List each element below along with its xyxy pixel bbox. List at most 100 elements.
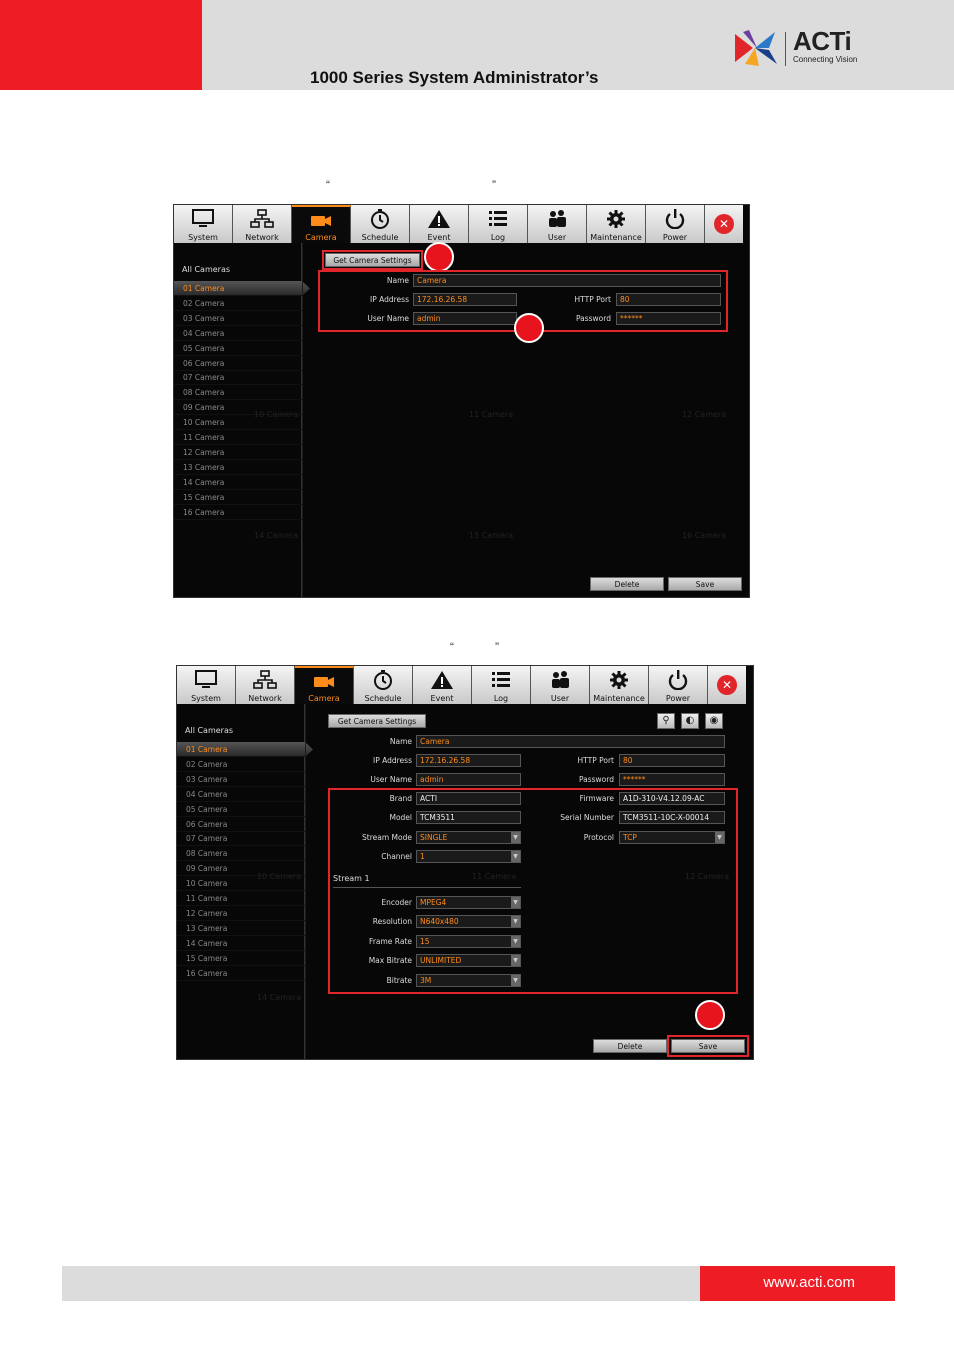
tab-schedule[interactable]: Schedule <box>354 666 413 704</box>
tab-network[interactable]: Network <box>236 666 295 704</box>
sidebar-item-camera[interactable]: 08 Camera <box>177 846 305 862</box>
tab-label: Schedule <box>364 694 402 703</box>
tab-maintenance[interactable]: Maintenance <box>590 666 649 704</box>
grid-line <box>305 704 306 1059</box>
sidebar-item-camera[interactable]: 02 Camera <box>174 296 302 311</box>
sidebar-item-camera[interactable]: 06 Camera <box>174 356 302 371</box>
sidebar-item-camera[interactable]: 16 Camera <box>174 505 302 520</box>
tab-label: System <box>188 233 218 242</box>
sidebar-item-camera[interactable]: 03 Camera <box>174 311 302 326</box>
tab-log[interactable]: Log <box>472 666 531 704</box>
tab-label: Schedule <box>361 233 399 242</box>
monitor-icon <box>194 670 218 690</box>
sidebar-item-camera[interactable]: 11 Camera <box>177 891 305 906</box>
warning-icon <box>427 209 451 229</box>
ghost-label: 12 Camera <box>682 410 727 419</box>
sidebar-item-camera[interactable]: 15 Camera <box>177 951 305 966</box>
sidebar-item-camera[interactable]: 13 Camera <box>177 921 305 936</box>
delete-button[interactable]: Delete <box>593 1039 667 1053</box>
highlight-save-button <box>667 1035 749 1057</box>
user-name-field[interactable]: admin <box>416 773 521 786</box>
motion-icon[interactable]: ⚲ <box>657 713 675 729</box>
sidebar-item-camera[interactable]: 03 Camera <box>177 772 305 787</box>
tab-event[interactable]: Event <box>413 666 472 704</box>
acti-logo-icon <box>735 30 777 66</box>
tab-power[interactable]: Power <box>646 205 705 243</box>
password-label: Password <box>578 775 614 784</box>
step-marker-1 <box>424 242 454 272</box>
users-icon <box>545 209 569 229</box>
tab-label: Camera <box>308 694 340 703</box>
sidebar-item-camera[interactable]: 01 Camera <box>177 742 313 757</box>
sidebar-item-camera[interactable]: 11 Camera <box>174 430 302 445</box>
network-icon <box>250 209 274 229</box>
tab-label: Maintenance <box>590 233 642 242</box>
tab-system[interactable]: System <box>177 666 236 704</box>
sidebar-item-camera[interactable]: 06 Camera <box>177 817 305 832</box>
sidebar-item-camera[interactable]: 04 Camera <box>177 787 305 802</box>
tab-label: Event <box>430 694 454 703</box>
tab-system[interactable]: System <box>174 205 233 243</box>
palette-icon[interactable]: ◐ <box>681 713 699 729</box>
power-icon <box>666 670 690 691</box>
tab-user[interactable]: User <box>528 205 587 243</box>
footer-url[interactable]: www.acti.com <box>763 1274 855 1291</box>
tab-label: User <box>550 694 570 703</box>
sidebar-item-camera[interactable]: 12 Camera <box>177 906 305 921</box>
tab-event[interactable]: Event <box>410 205 469 243</box>
page-title: 1000 Series System Administrator’s <box>310 68 599 87</box>
sidebar-item-camera[interactable]: 14 Camera <box>174 475 302 490</box>
name-field[interactable]: Camera <box>416 735 725 748</box>
gear-icon <box>607 670 631 690</box>
tab-label: Network <box>248 694 282 703</box>
tab-maintenance[interactable]: Maintenance <box>587 205 646 243</box>
sidebar-item-camera[interactable]: 08 Camera <box>174 385 302 401</box>
ip-address-field[interactable]: 172.16.26.58 <box>416 754 521 767</box>
camera-icon <box>309 211 333 231</box>
tab-label: Camera <box>305 233 337 242</box>
close-button[interactable]: ✕ <box>708 666 746 704</box>
tab-label: Event <box>427 233 451 242</box>
tab-network[interactable]: Network <box>233 205 292 243</box>
tab-camera[interactable]: Camera <box>292 205 351 243</box>
tab-user[interactable]: User <box>531 666 590 704</box>
ghost-label: 14 Camera <box>257 993 302 1002</box>
camera-sidebar: All Cameras 01 Camera 02 Camera 03 Camera 0… <box>177 704 313 1059</box>
step-marker-2 <box>514 313 544 343</box>
ip-address-label: IP Address <box>373 756 412 765</box>
sidebar-item-camera[interactable]: 14 Camera <box>177 936 305 951</box>
tab-schedule[interactable]: Schedule <box>351 205 410 243</box>
eye-icon[interactable]: ◉ <box>705 713 723 729</box>
list-icon <box>486 209 510 229</box>
sidebar-item-camera[interactable]: 16 Camera <box>177 966 305 981</box>
sidebar-item-camera[interactable]: 13 Camera <box>174 460 302 475</box>
page-footer: www.acti.com <box>62 1266 895 1301</box>
sidebar-item-camera[interactable]: 01 Camera <box>174 281 310 296</box>
sidebar-item-camera[interactable]: 07 Camera <box>177 831 305 847</box>
http-port-field[interactable]: 80 <box>619 754 725 767</box>
sidebar-item-camera[interactable]: 07 Camera <box>174 370 302 386</box>
sidebar-item-camera[interactable]: 12 Camera <box>174 445 302 460</box>
sidebar-item-camera[interactable]: 05 Camera <box>174 341 302 356</box>
ghost-label: 11 Camera <box>469 410 514 419</box>
get-camera-settings-button[interactable]: Get Camera Settings <box>328 714 426 728</box>
tab-camera[interactable]: Camera <box>295 666 354 704</box>
logo-divider <box>785 32 786 66</box>
close-button[interactable]: ✕ <box>705 205 743 243</box>
screenshot-camera-settings-basic: System Network Camera Schedule Event Log User M… <box>173 204 750 598</box>
quote-open-2: “ <box>450 640 454 654</box>
quote-open-1: “ <box>326 178 330 192</box>
save-button[interactable]: Save <box>668 577 742 591</box>
grid-line <box>302 243 303 597</box>
sidebar-item-camera[interactable]: 15 Camera <box>174 490 302 505</box>
password-field[interactable]: ****** <box>619 773 725 786</box>
tab-power[interactable]: Power <box>649 666 708 704</box>
tab-label: Log <box>490 233 506 242</box>
sidebar-item-camera[interactable]: 05 Camera <box>177 802 305 817</box>
footer-red-block: www.acti.com <box>700 1266 895 1301</box>
tab-log[interactable]: Log <box>469 205 528 243</box>
sidebar-item-camera[interactable]: 02 Camera <box>177 757 305 772</box>
sidebar-item-camera[interactable]: 04 Camera <box>174 326 302 341</box>
warning-icon <box>430 670 454 690</box>
delete-button[interactable]: Delete <box>590 577 664 591</box>
